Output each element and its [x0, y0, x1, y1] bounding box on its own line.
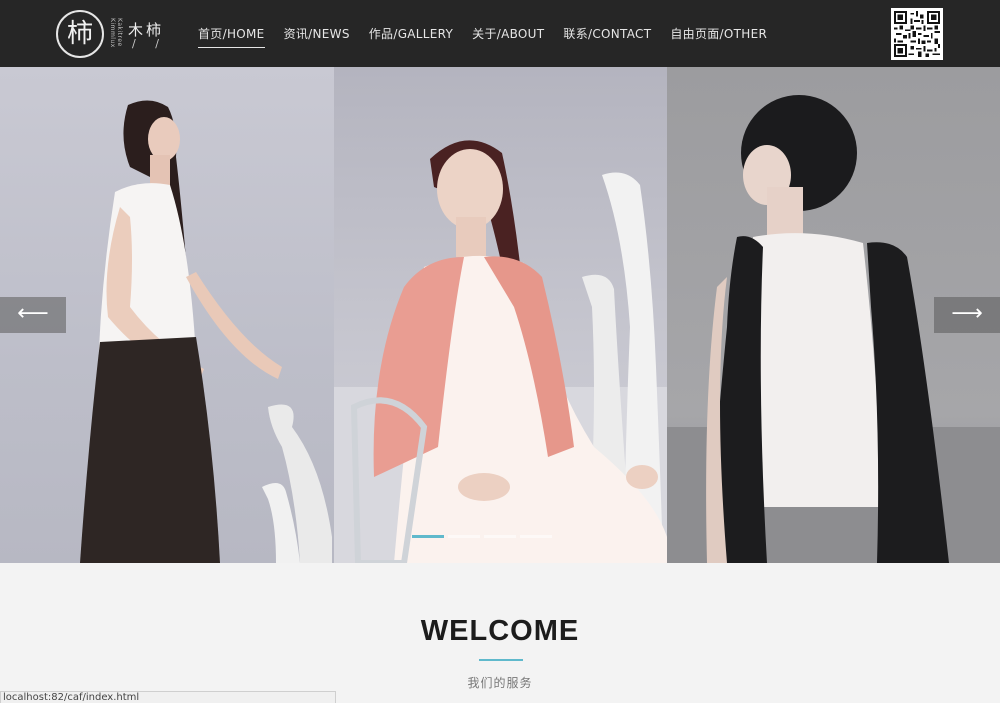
nav-item-other[interactable]: 自由页面/OTHER: [670, 25, 767, 42]
fashion-photo-2: [334, 140, 667, 563]
logo-mark: 柿: [56, 10, 104, 58]
main-nav: 首页/HOME 资讯/NEWS 作品/GALLERY 关于/ABOUT 联系/C…: [198, 0, 786, 67]
nav-item-home[interactable]: 首页/HOME: [198, 25, 265, 48]
site-header: 柿 Kakitree Kimmlux 木柿 / / 首页/HOME 资讯/NEW…: [0, 0, 1000, 67]
slider-prev-arrow[interactable]: ⟵: [0, 297, 66, 333]
site-logo[interactable]: 柿 Kakitree Kimmlux 木柿 / /: [56, 10, 166, 58]
welcome-subtitle: 我们的服务: [467, 676, 533, 690]
slider-dot-4[interactable]: [520, 535, 552, 538]
slider-next-arrow[interactable]: ⟶: [934, 297, 1000, 333]
logo-subtext: Kakitree Kimmlux: [109, 18, 123, 48]
nav-item-about[interactable]: 关于/ABOUT: [472, 25, 544, 42]
qr-code-icon: [891, 8, 943, 60]
slide-image-2: [334, 67, 667, 563]
slider-pagination: [412, 535, 556, 538]
logo-slashes: / /: [132, 37, 167, 50]
slider-dot-3[interactable]: [484, 535, 516, 538]
welcome-section: WELCOME 我们的服务: [0, 563, 1000, 700]
slider-dot-1[interactable]: [412, 535, 444, 538]
nav-item-news[interactable]: 资讯/NEWS: [284, 25, 350, 42]
title-underline: [479, 659, 523, 661]
slider-dot-2[interactable]: [448, 535, 480, 538]
hero-slider[interactable]: ⟵ ⟶: [0, 67, 1000, 563]
nav-item-gallery[interactable]: 作品/GALLERY: [369, 25, 453, 42]
nav-item-contact[interactable]: 联系/CONTACT: [563, 25, 651, 42]
browser-status-url: localhost:82/caf/index.html: [0, 691, 336, 703]
welcome-title: WELCOME: [420, 615, 580, 647]
